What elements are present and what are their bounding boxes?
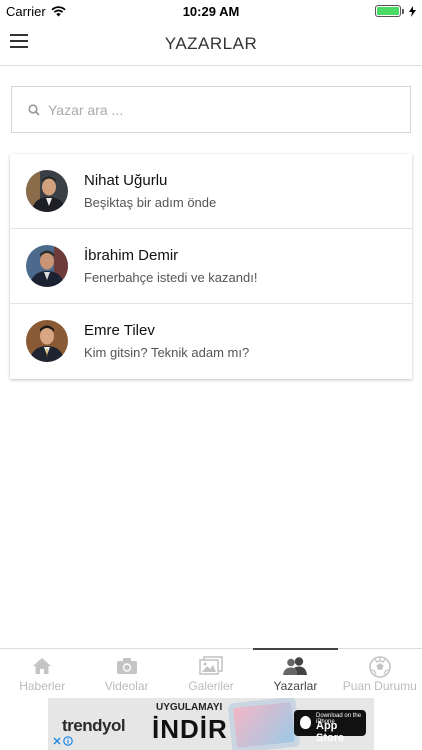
gallery-icon bbox=[199, 656, 223, 675]
status-time: 10:29 AM bbox=[182, 4, 240, 19]
tab-label: Videolar bbox=[104, 679, 149, 693]
app-store-badge[interactable]: Download on the iPhone App Store bbox=[294, 710, 366, 744]
status-right bbox=[375, 5, 416, 17]
tab-videolar[interactable]: Videolar bbox=[84, 649, 168, 698]
charging-bolt-icon bbox=[409, 5, 416, 17]
author-article-title: Kim gitsin? Teknik adam mı? bbox=[84, 345, 250, 360]
author-article-title: Fenerbahçe istedi ve kazandı! bbox=[84, 270, 258, 285]
ad-headline: İNDİR bbox=[152, 714, 228, 744]
ad-phone-image bbox=[227, 698, 301, 750]
home-icon bbox=[33, 658, 52, 674]
tab-galeriler[interactable]: Galeriler bbox=[169, 649, 253, 698]
author-name: İbrahim Demir bbox=[84, 247, 179, 264]
ad-headline-top: UYGULAMAYI bbox=[156, 702, 223, 713]
status-bar: Carrier 10:29 AM bbox=[0, 0, 422, 22]
author-name: Emre Tilev bbox=[84, 322, 155, 339]
search-bar[interactable] bbox=[11, 86, 411, 133]
author-name: Nihat Uğurlu bbox=[84, 172, 168, 189]
author-list: Nihat Uğurlu Beşiktaş bir adım önde İbra… bbox=[10, 154, 412, 379]
author-avatar bbox=[26, 245, 68, 287]
search-input[interactable] bbox=[48, 101, 368, 118]
author-row[interactable]: Emre Tilev Kim gitsin? Teknik adam mı? bbox=[10, 304, 412, 379]
tab-label: Puan Durumu bbox=[342, 679, 417, 693]
author-avatar bbox=[26, 170, 68, 212]
ad-banner[interactable]: trendyol UYGULAMAYI İNDİR Download on th… bbox=[48, 698, 374, 750]
camera-icon bbox=[116, 658, 137, 674]
tab-label: Galeriler bbox=[188, 679, 234, 693]
author-article-title: Beşiktaş bir adım önde bbox=[84, 195, 217, 210]
tab-label: Haberler bbox=[19, 679, 66, 693]
tab-bar: Haberler Videolar Galeriler Yazarlar Pua… bbox=[0, 648, 422, 698]
tab-haberler[interactable]: Haberler bbox=[0, 649, 84, 698]
app-store-text: App Store bbox=[316, 720, 345, 744]
battery-icon bbox=[375, 5, 404, 17]
soccer-ball-icon bbox=[369, 656, 391, 678]
users-icon bbox=[283, 657, 308, 675]
author-avatar bbox=[26, 320, 68, 362]
apple-icon bbox=[300, 716, 311, 729]
ad-close-icon[interactable] bbox=[52, 736, 74, 748]
author-row[interactable]: Nihat Uğurlu Beşiktaş bir adım önde bbox=[10, 154, 412, 229]
tab-puan-durumu[interactable]: Puan Durumu bbox=[338, 649, 422, 698]
nav-bar: YAZARLAR bbox=[0, 22, 422, 66]
tab-yazarlar[interactable]: Yazarlar bbox=[253, 648, 339, 698]
ad-brand: trendyol bbox=[62, 716, 126, 735]
page-title: YAZARLAR bbox=[164, 34, 258, 53]
author-row[interactable]: İbrahim Demir Fenerbahçe istedi ve kazan… bbox=[10, 229, 412, 304]
tab-label: Yazarlar bbox=[273, 679, 318, 693]
search-icon bbox=[28, 103, 40, 116]
